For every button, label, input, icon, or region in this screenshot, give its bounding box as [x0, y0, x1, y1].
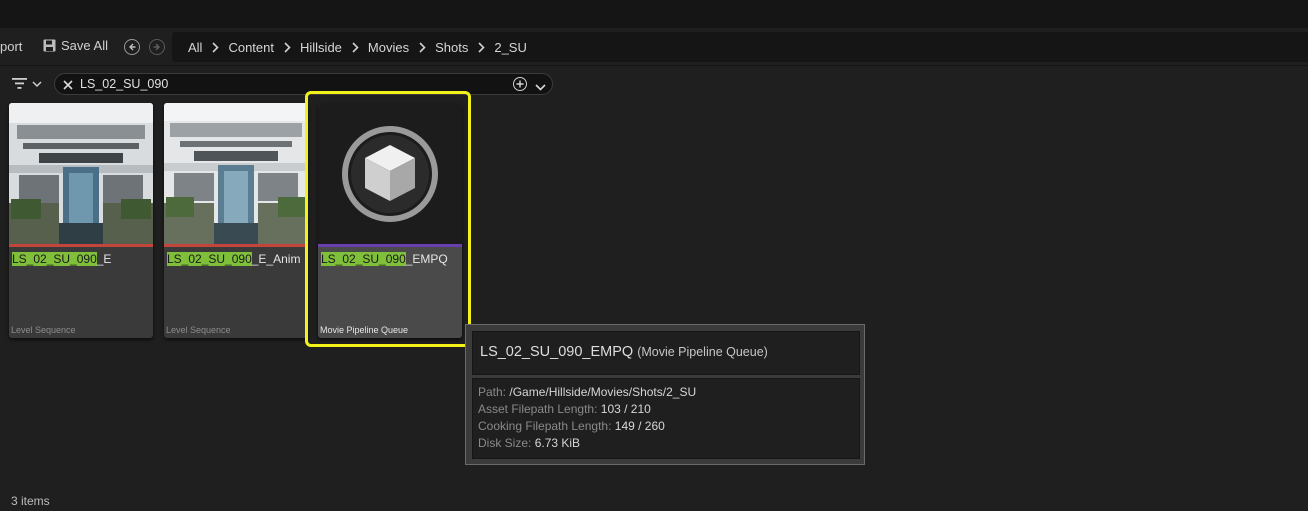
tooltip-row-asset-filepath-length: Asset Filepath Length: 103 / 210 — [478, 402, 651, 416]
asset-type: Level Sequence — [11, 325, 76, 335]
breadcrumb-shots[interactable]: Shots — [433, 40, 470, 55]
tooltip-details: Path: /Game/Hillside/Movies/Shots/2_SU A… — [472, 378, 860, 459]
chevron-right-icon[interactable] — [276, 41, 298, 53]
tooltip-row-cooking-filepath-length: Cooking Filepath Length: 149 / 260 — [478, 419, 665, 433]
breadcrumb: All Content Hillside Movies Shots 2_SU — [172, 32, 1308, 62]
asset-name: LS_02_SU_090_E_Anim — [167, 252, 301, 266]
floppy-disk-icon — [43, 39, 56, 52]
chevron-right-icon[interactable] — [470, 41, 492, 53]
arrow-right-circle-icon[interactable] — [149, 39, 165, 55]
chevron-right-icon[interactable] — [344, 41, 366, 53]
search-value: LS_02_SU_090 — [80, 77, 169, 91]
title-strip — [0, 0, 1308, 28]
selection-highlight — [305, 91, 471, 347]
toolbar: port Save All All Content Hillside Movie… — [0, 28, 1308, 66]
plus-circle-icon[interactable] — [513, 77, 527, 91]
tooltip-class: (Movie Pipeline Queue) — [637, 345, 768, 359]
asset-tile[interactable]: LS_02_SU_090_E_Anim Level Sequence — [164, 103, 308, 338]
arrow-left-circle-icon[interactable] — [124, 39, 140, 55]
import-button[interactable]: port — [0, 39, 22, 54]
tooltip-row-disk-size: Disk Size: 6.73 KiB — [478, 436, 581, 450]
close-icon[interactable] — [62, 78, 74, 96]
item-count: 3 items — [11, 494, 50, 508]
chevron-right-icon[interactable] — [411, 41, 433, 53]
filter-button[interactable] — [12, 77, 42, 90]
asset-type-color-bar — [9, 244, 153, 247]
asset-type-color-bar — [164, 244, 308, 247]
chevron-right-icon[interactable] — [204, 41, 226, 53]
asset-tooltip: LS_02_SU_090_EMPQ (Movie Pipeline Queue)… — [465, 324, 865, 465]
asset-type: Level Sequence — [166, 325, 231, 335]
filter-icon — [12, 78, 27, 89]
asset-name: LS_02_SU_090_E — [12, 252, 112, 266]
breadcrumb-hillside[interactable]: Hillside — [298, 40, 344, 55]
save-all-button[interactable]: Save All — [43, 38, 108, 53]
asset-thumbnail — [9, 103, 153, 244]
search-input[interactable]: LS_02_SU_090 — [54, 73, 553, 95]
asset-thumbnail — [164, 103, 308, 244]
tooltip-row-path: Path: /Game/Hillside/Movies/Shots/2_SU — [478, 385, 697, 399]
tooltip-header: LS_02_SU_090_EMPQ (Movie Pipeline Queue) — [472, 331, 860, 375]
asset-tile[interactable]: LS_02_SU_090_E Level Sequence — [9, 103, 153, 338]
breadcrumb-all[interactable]: All — [186, 40, 204, 55]
breadcrumb-movies[interactable]: Movies — [366, 40, 411, 55]
chevron-down-icon — [32, 80, 42, 87]
tooltip-title: LS_02_SU_090_EMPQ (Movie Pipeline Queue) — [480, 344, 768, 360]
save-all-label: Save All — [61, 38, 108, 53]
breadcrumb-2-su[interactable]: 2_SU — [492, 40, 529, 55]
breadcrumb-content[interactable]: Content — [226, 40, 276, 55]
chevron-down-icon[interactable] — [535, 79, 546, 97]
